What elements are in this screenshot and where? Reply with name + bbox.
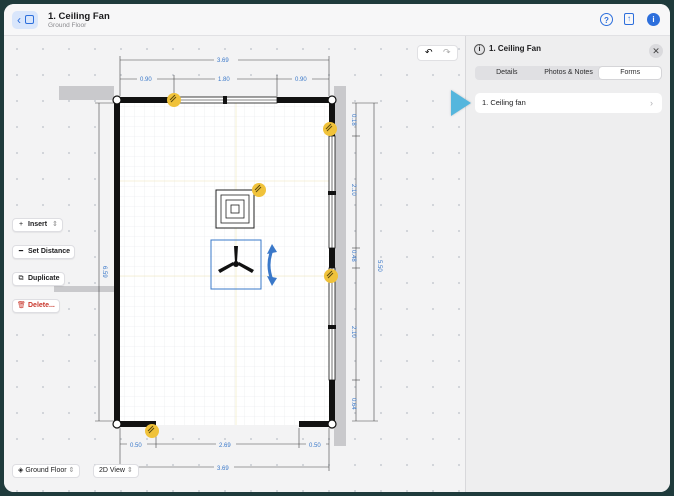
- ceiling-vent[interactable]: [215, 189, 255, 229]
- layers-icon: ◈: [18, 467, 24, 474]
- page-title: 1. Ceiling Fan: [48, 11, 110, 22]
- top-bar: ‹ 1. Ceiling Fan Ground Floor ? ↑ i: [4, 4, 670, 36]
- delete-button[interactable]: 🗑 Delete...: [12, 299, 60, 313]
- paperclip-icon: [323, 122, 337, 136]
- chevron-right-icon: ›: [650, 98, 653, 108]
- dim-right-total: 5.50: [376, 260, 382, 272]
- redo-icon[interactable]: ↷: [443, 47, 451, 58]
- tab-forms[interactable]: Forms: [599, 67, 662, 79]
- info-icon[interactable]: i: [647, 13, 660, 26]
- form-list-item[interactable]: 1. Ceiling fan ›: [475, 93, 662, 113]
- duplicate-button[interactable]: ⧉ Duplicate: [12, 272, 65, 286]
- paperclip-icon: [252, 183, 266, 197]
- exterior-slab: [59, 86, 114, 100]
- plus-icon: +: [18, 221, 24, 228]
- tab-details[interactable]: Details: [476, 67, 538, 79]
- dim-left-height: 6.59: [101, 266, 107, 278]
- page-subtitle: Ground Floor: [48, 22, 87, 29]
- corner-node[interactable]: [112, 419, 122, 429]
- close-button[interactable]: ✕: [649, 44, 663, 58]
- panel-tabs: Details Photos & Notes Forms: [475, 66, 662, 80]
- info-icon: i: [474, 44, 485, 55]
- wall-left[interactable]: [114, 97, 120, 427]
- undo-icon[interactable]: ↶: [425, 47, 433, 58]
- dim-bottom-mid: 2.69: [219, 443, 231, 449]
- paperclip-icon: [167, 93, 181, 107]
- floor-plan-drawing[interactable]: 3.69 0.90 1.80 0.90 6.59 5.50 0.18 2.10 …: [4, 36, 465, 492]
- chevron-updown-icon: ⇕: [52, 221, 58, 228]
- panel-header: i 1. Ceiling Fan: [474, 44, 541, 55]
- app-window: ‹ 1. Ceiling Fan Ground Floor ? ↑ i 3.69…: [4, 4, 670, 492]
- set-distance-button[interactable]: ━ Set Distance: [12, 245, 76, 259]
- sidebar-toggle-icon: [25, 15, 34, 24]
- help-icon[interactable]: ?: [600, 13, 613, 26]
- dim-bottom-left: 0.50: [130, 443, 142, 449]
- paperclip-icon: [145, 424, 159, 438]
- exterior-slab-left: [54, 286, 114, 292]
- pointer-arrow-icon: [451, 90, 471, 116]
- share-icon[interactable]: ↑: [624, 13, 634, 25]
- undo-redo-group: ↶ ↷: [417, 45, 458, 61]
- chevron-updown-icon: ⇕: [126, 467, 133, 474]
- panel-title: 1. Ceiling Fan: [489, 44, 542, 53]
- floor-selector[interactable]: ◈ Ground Floor ⇕: [12, 464, 81, 478]
- chevron-left-icon: ‹: [17, 13, 21, 27]
- chevron-updown-icon: ⇕: [68, 467, 75, 474]
- back-button[interactable]: ‹: [12, 11, 38, 29]
- dim-bottom-right: 0.50: [309, 443, 321, 449]
- view-mode-selector[interactable]: 2D View ⇕: [93, 464, 139, 478]
- paperclip-icon: [324, 269, 338, 283]
- exterior-slab-right: [334, 86, 346, 446]
- close-icon: ✕: [652, 46, 660, 56]
- dim-top-mid: 1.80: [218, 77, 230, 83]
- tab-photos-notes[interactable]: Photos & Notes: [538, 67, 600, 79]
- corner-node[interactable]: [327, 419, 337, 429]
- trash-icon: 🗑: [17, 302, 26, 309]
- insert-button[interactable]: + Insert ⇕: [12, 218, 63, 232]
- inspector-panel: i 1. Ceiling Fan ✕ Details Photos & Notes…: [465, 36, 670, 492]
- dim-top-left: 0.90: [140, 77, 152, 83]
- dim-right-seg4: 2.10: [350, 326, 356, 338]
- dim-top-right: 0.90: [295, 77, 307, 83]
- dim-right-seg3: 0.48: [350, 250, 356, 262]
- form-item-label: 1. Ceiling fan: [482, 98, 526, 107]
- dim-top-total: 3.69: [217, 58, 229, 64]
- duplicate-icon: ⧉: [18, 275, 24, 282]
- dim-right-seg1: 0.18: [350, 114, 356, 126]
- dim-bottom-total: 3.69: [217, 466, 229, 472]
- floor-plan-canvas[interactable]: 3.69 0.90 1.80 0.90 6.59 5.50 0.18 2.10 …: [4, 36, 465, 492]
- ruler-icon: ━: [18, 248, 24, 255]
- corner-node[interactable]: [112, 95, 122, 105]
- dim-right-seg2: 2.10: [350, 184, 356, 196]
- dim-right-seg5: 0.64: [350, 398, 356, 410]
- corner-node[interactable]: [327, 95, 337, 105]
